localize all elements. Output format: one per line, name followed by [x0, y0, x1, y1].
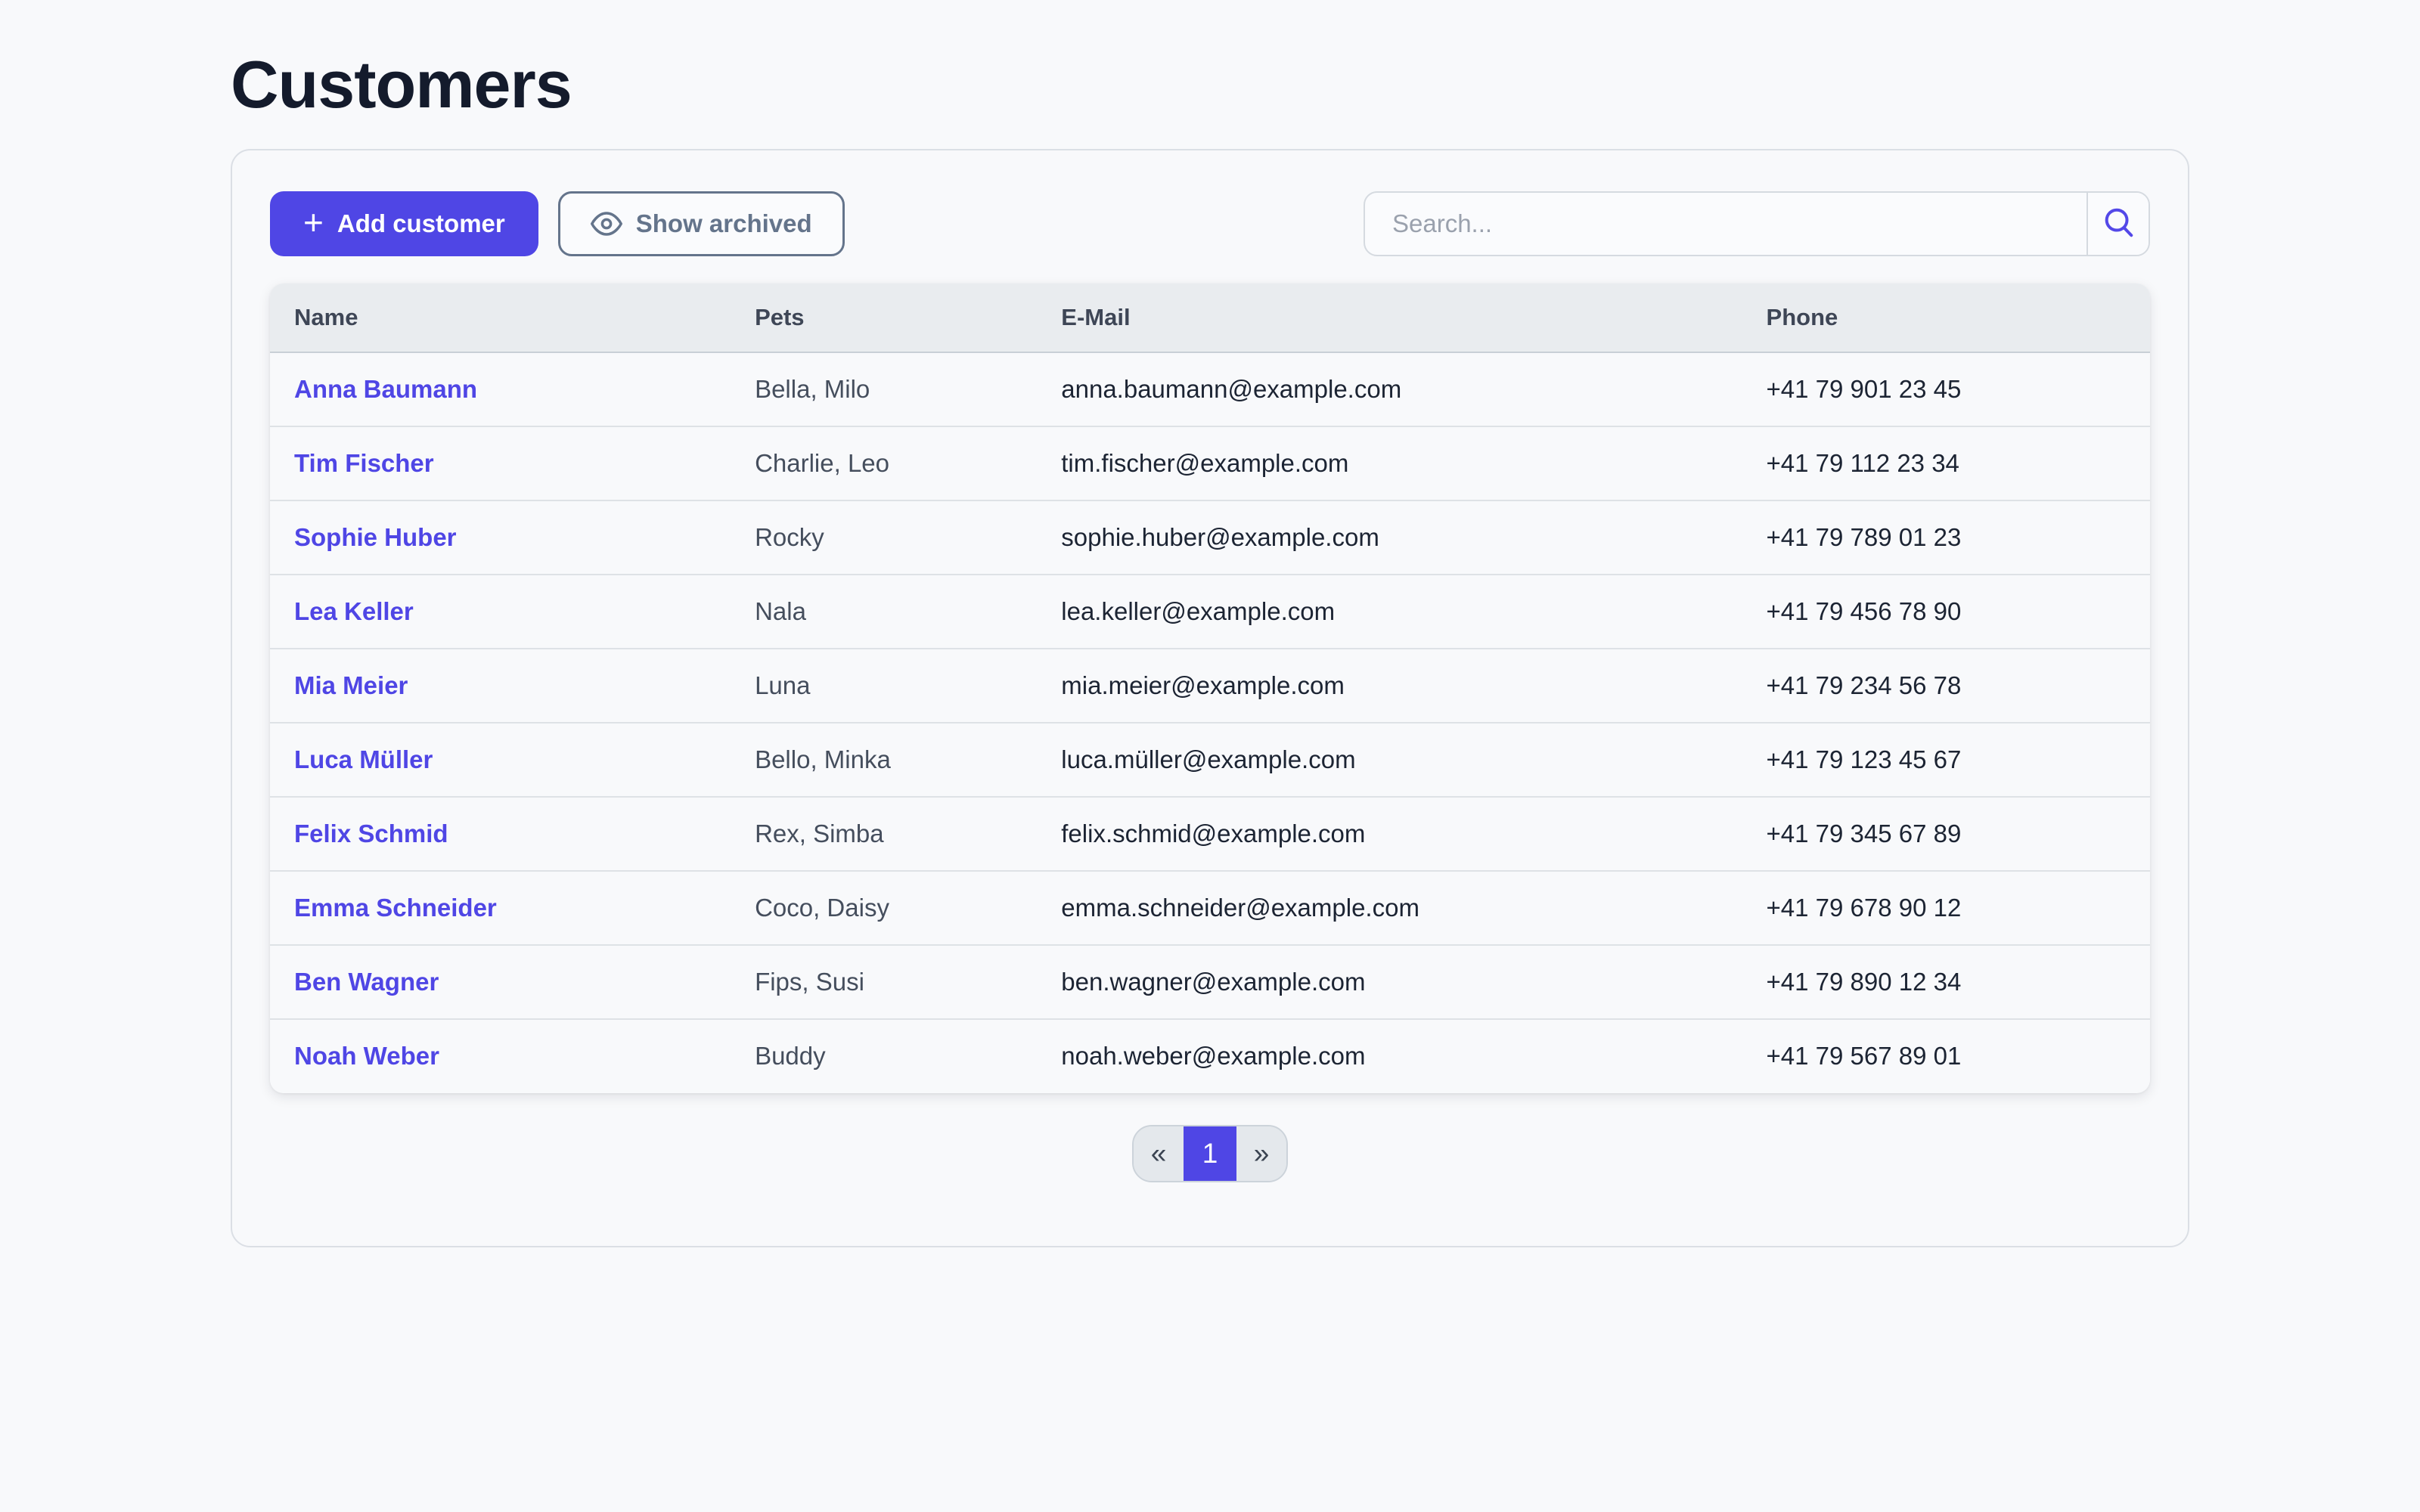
- column-header: E-Mail: [1037, 284, 1742, 352]
- email-cell: noah.weber@example.com: [1037, 1019, 1742, 1093]
- pets-cell: Rex, Simba: [731, 797, 1037, 871]
- phone-cell: +41 79 890 12 34: [1742, 945, 2150, 1019]
- email-cell: mia.meier@example.com: [1037, 649, 1742, 723]
- email-cell: emma.schneider@example.com: [1037, 871, 1742, 945]
- table-row: Luca Müller Bello, Minka luca.müller@exa…: [270, 723, 2150, 797]
- pets-cell: Bello, Minka: [731, 723, 1037, 797]
- pagination-group: « 1 »: [1132, 1125, 1288, 1182]
- search-input[interactable]: [1365, 193, 2086, 255]
- show-archived-button[interactable]: Show archived: [558, 191, 845, 256]
- add-customer-button[interactable]: + Add customer: [270, 191, 538, 256]
- customer-name-link[interactable]: Ben Wagner: [294, 968, 439, 996]
- phone-cell: +41 79 678 90 12: [1742, 871, 2150, 945]
- phone-cell: +41 79 234 56 78: [1742, 649, 2150, 723]
- customer-name-link[interactable]: Anna Baumann: [294, 375, 477, 403]
- column-header: Phone: [1742, 284, 2150, 352]
- pets-cell: Buddy: [731, 1019, 1037, 1093]
- table-header: Name Pets E-Mail Phone: [270, 284, 2150, 352]
- pagination-prev-button[interactable]: «: [1134, 1126, 1184, 1181]
- pets-cell: Luna: [731, 649, 1037, 723]
- table-row: Lea Keller Nala lea.keller@example.com +…: [270, 575, 2150, 649]
- customers-table: Name Pets E-Mail Phone A: [270, 284, 2150, 1093]
- customer-name-link[interactable]: Luca Müller: [294, 745, 433, 773]
- email-cell: ben.wagner@example.com: [1037, 945, 1742, 1019]
- plus-icon: +: [303, 205, 324, 240]
- customers-card: + Add customer Show archived: [231, 149, 2189, 1247]
- show-archived-label: Show archived: [636, 209, 812, 238]
- page: Customers + Add customer Show archived: [231, 0, 2189, 1247]
- email-cell: felix.schmid@example.com: [1037, 797, 1742, 871]
- add-customer-label: Add customer: [337, 209, 505, 238]
- email-cell: anna.baumann@example.com: [1037, 352, 1742, 426]
- page-title: Customers: [231, 48, 2189, 122]
- eye-icon: [591, 208, 622, 240]
- table-row: Noah Weber Buddy noah.weber@example.com …: [270, 1019, 2150, 1093]
- pagination: « 1 »: [270, 1125, 2150, 1182]
- table-row: Anna Baumann Bella, Milo anna.baumann@ex…: [270, 352, 2150, 426]
- table-row: Emma Schneider Coco, Daisy emma.schneide…: [270, 871, 2150, 945]
- customer-name-link[interactable]: Lea Keller: [294, 597, 414, 625]
- customer-name-link[interactable]: Sophie Huber: [294, 523, 457, 551]
- pagination-page-1-button[interactable]: 1: [1184, 1126, 1236, 1181]
- customer-name-link[interactable]: Tim Fischer: [294, 449, 434, 477]
- table-row: Sophie Huber Rocky sophie.huber@example.…: [270, 500, 2150, 575]
- pets-cell: Coco, Daisy: [731, 871, 1037, 945]
- phone-cell: +41 79 123 45 67: [1742, 723, 2150, 797]
- pets-cell: Nala: [731, 575, 1037, 649]
- pets-cell: Bella, Milo: [731, 352, 1037, 426]
- pagination-next-button[interactable]: »: [1236, 1126, 1286, 1181]
- search-group: [1364, 191, 2150, 256]
- customer-name-link[interactable]: Mia Meier: [294, 671, 408, 699]
- pets-cell: Fips, Susi: [731, 945, 1037, 1019]
- customer-name-link[interactable]: Noah Weber: [294, 1042, 439, 1070]
- email-cell: sophie.huber@example.com: [1037, 500, 1742, 575]
- table-row: Mia Meier Luna mia.meier@example.com +41…: [270, 649, 2150, 723]
- column-header: Pets: [731, 284, 1037, 352]
- column-header: Name: [270, 284, 731, 352]
- table-body: Anna Baumann Bella, Milo anna.baumann@ex…: [270, 352, 2150, 1093]
- table-row: Tim Fischer Charlie, Leo tim.fischer@exa…: [270, 426, 2150, 500]
- toolbar: + Add customer Show archived: [270, 191, 2150, 256]
- phone-cell: +41 79 456 78 90: [1742, 575, 2150, 649]
- customer-name-link[interactable]: Felix Schmid: [294, 820, 448, 847]
- email-cell: tim.fischer@example.com: [1037, 426, 1742, 500]
- search-icon: [2101, 205, 2136, 242]
- phone-cell: +41 79 789 01 23: [1742, 500, 2150, 575]
- pets-cell: Rocky: [731, 500, 1037, 575]
- email-cell: luca.müller@example.com: [1037, 723, 1742, 797]
- phone-cell: +41 79 345 67 89: [1742, 797, 2150, 871]
- phone-cell: +41 79 567 89 01: [1742, 1019, 2150, 1093]
- table-row: Ben Wagner Fips, Susi ben.wagner@example…: [270, 945, 2150, 1019]
- search-button[interactable]: [2088, 193, 2149, 255]
- phone-cell: +41 79 112 23 34: [1742, 426, 2150, 500]
- phone-cell: +41 79 901 23 45: [1742, 352, 2150, 426]
- customer-name-link[interactable]: Emma Schneider: [294, 894, 497, 922]
- table-row: Felix Schmid Rex, Simba felix.schmid@exa…: [270, 797, 2150, 871]
- pets-cell: Charlie, Leo: [731, 426, 1037, 500]
- email-cell: lea.keller@example.com: [1037, 575, 1742, 649]
